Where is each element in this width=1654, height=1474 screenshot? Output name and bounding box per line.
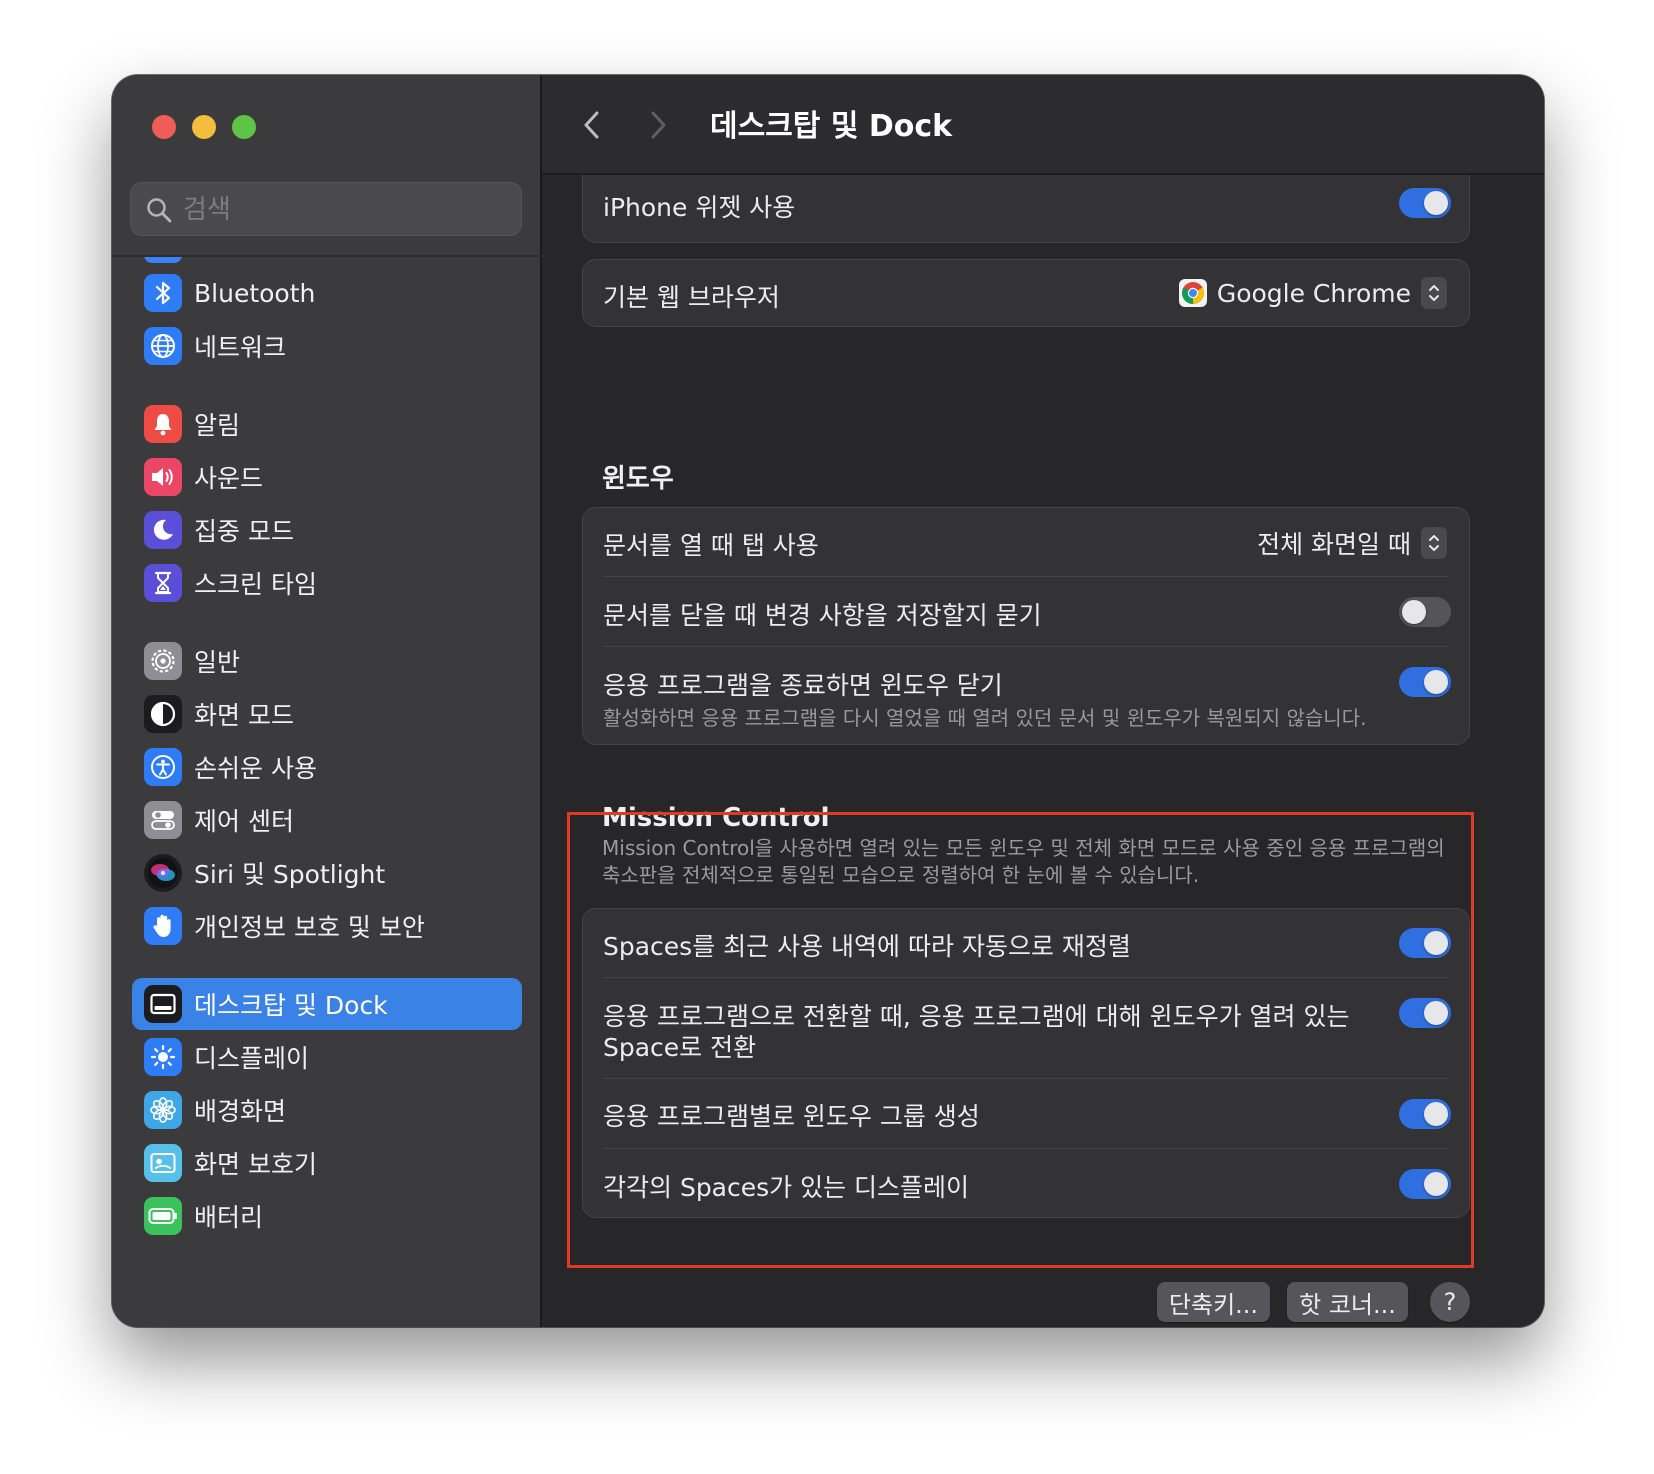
help-button[interactable]: ? <box>1430 1282 1470 1322</box>
sidebar-item-label: 일반 <box>194 648 241 677</box>
sidebar-item-label: Bluetooth <box>194 278 316 308</box>
sidebar-item-focus[interactable]: 집중 모드 <box>132 504 522 556</box>
ask-save-toggle[interactable] <box>1399 597 1451 627</box>
bluetooth-icon <box>144 274 182 312</box>
window-controls <box>152 115 256 139</box>
sidebar-item-displays[interactable]: 디스플레이 <box>132 1031 522 1083</box>
sidebar-item-general[interactable]: 일반 <box>132 635 522 687</box>
main-pane: 데스크탑 및 Dock iPhone 위젯 사용 기본 웹 브라우저 Googl… <box>542 75 1544 1327</box>
chevron-left-icon <box>584 111 599 139</box>
tabs-value: 전체 화면일 때 <box>1257 530 1411 559</box>
battery-icon <box>144 1197 182 1235</box>
sidebar-item-battery[interactable]: 배터리 <box>132 1190 522 1242</box>
sidebar-item-label: 집중 모드 <box>194 517 294 546</box>
search-icon <box>147 198 172 223</box>
hot-corners-button[interactable]: 핫 코너... <box>1287 1282 1408 1322</box>
popup-stepper-icon <box>1421 527 1447 559</box>
sidebar-item-label: 배경화면 <box>194 1097 287 1126</box>
sidebar-item-label: 손쉬운 사용 <box>194 754 317 783</box>
sidebar-item-screen-time[interactable]: 스크린 타임 <box>132 557 522 609</box>
sidebar-item-desktop-dock[interactable]: 데스크탑 및 Dock <box>132 978 522 1030</box>
sidebar: Bluetooth 네트워크 알림 사운드 <box>112 75 542 1327</box>
close-windows-label: 응용 프로그램을 종료하면 윈도우 닫기 <box>603 671 1003 700</box>
toolbar: 데스크탑 및 Dock <box>542 75 1544 175</box>
mission-control-highlight <box>567 812 1474 1268</box>
iphone-widgets-label: iPhone 위젯 사용 <box>603 193 796 222</box>
ask-save-label: 문서를 닫을 때 변경 사항을 저장할지 묻기 <box>603 601 1042 630</box>
popup-stepper-icon <box>1421 277 1447 309</box>
hourglass-icon <box>144 564 182 602</box>
sidebar-list: Bluetooth 네트워크 알림 사운드 집중 모드 스크린 타임 일반 화면… <box>112 257 542 1327</box>
sidebar-item-label: 디스플레이 <box>194 1044 310 1073</box>
gear-icon <box>144 642 182 680</box>
sidebar-item-label: 화면 보호기 <box>194 1150 317 1179</box>
sidebar-item-network[interactable]: 네트워크 <box>132 320 522 372</box>
sidebar-item-label: 화면 모드 <box>194 701 294 730</box>
iphone-widgets-toggle[interactable] <box>1399 188 1451 218</box>
sidebar-item-label: 배터리 <box>194 1203 264 1232</box>
default-browser-value: Google Chrome <box>1216 278 1411 308</box>
sidebar-item-sound[interactable]: 사운드 <box>132 451 522 503</box>
zoom-button[interactable] <box>232 115 256 139</box>
sidebar-item-appearance[interactable]: 화면 모드 <box>132 688 522 740</box>
sidebar-item-label: 네트워크 <box>194 333 287 362</box>
page-title: 데스크탑 및 Dock <box>710 109 953 144</box>
iphone-widgets-card: iPhone 위젯 사용 <box>582 175 1470 243</box>
settings-window: Bluetooth 네트워크 알림 사운드 <box>112 75 1544 1327</box>
sidebar-item-control-center[interactable]: 제어 센터 <box>132 794 522 846</box>
default-browser-card: 기본 웹 브라우저 Google Chrome <box>582 259 1470 327</box>
row-separator <box>603 646 1449 647</box>
sidebar-item-privacy-security[interactable]: 개인정보 보호 및 보안 <box>132 900 522 952</box>
settings-content: iPhone 위젯 사용 기본 웹 브라우저 Google Chrome 윈도우 <box>542 175 1544 1327</box>
default-browser-label: 기본 웹 브라우저 <box>603 283 780 312</box>
bell-icon <box>144 405 182 443</box>
partial-sidebar-icon <box>144 257 182 263</box>
sidebar-item-siri-spotlight[interactable]: Siri 및 Spotlight <box>132 847 522 899</box>
search-field[interactable] <box>130 182 522 237</box>
accessibility-icon <box>144 748 182 786</box>
speaker-icon <box>144 458 182 496</box>
chevron-right-icon <box>651 111 666 139</box>
sidebar-item-label: 제어 센터 <box>194 807 294 836</box>
moon-icon <box>144 511 182 549</box>
sidebar-item-label: Siri 및 Spotlight <box>194 860 386 889</box>
globe-icon <box>144 327 182 365</box>
sidebar-item-accessibility[interactable]: 손쉬운 사용 <box>132 741 522 793</box>
sidebar-item-notifications[interactable]: 알림 <box>132 398 522 450</box>
row-separator <box>603 576 1449 577</box>
shortcuts-button[interactable]: 단축키... <box>1157 1282 1270 1322</box>
control-center-icon <box>144 801 182 839</box>
sidebar-item-wallpaper[interactable]: 배경화면 <box>132 1084 522 1136</box>
close-windows-toggle[interactable] <box>1399 667 1451 697</box>
sidebar-item-label: 알림 <box>194 411 241 440</box>
screensaver-icon <box>144 1144 182 1182</box>
sidebar-item-label: 개인정보 보호 및 보안 <box>194 913 425 942</box>
sidebar-item-bluetooth[interactable]: Bluetooth <box>132 267 522 319</box>
sidebar-item-screen-saver[interactable]: 화면 보호기 <box>132 1137 522 1189</box>
tabs-label: 문서를 열 때 탭 사용 <box>603 531 819 560</box>
sidebar-item-label: 스크린 타임 <box>194 570 317 599</box>
dock-icon <box>144 985 182 1023</box>
sidebar-item-label: 데스크탑 및 Dock <box>194 991 388 1020</box>
sidebar-item-label: 사운드 <box>194 464 264 493</box>
hand-icon <box>144 907 182 945</box>
flower-icon <box>144 1091 182 1129</box>
windows-section-title: 윈도우 <box>602 464 674 494</box>
sun-icon <box>144 1038 182 1076</box>
default-browser-popup[interactable]: Google Chrome <box>1178 277 1447 309</box>
forward-button[interactable] <box>638 105 678 145</box>
search-input[interactable] <box>181 183 505 237</box>
close-windows-sublabel: 활성화하면 응용 프로그램을 다시 열었을 때 열려 있던 문서 및 윈도우가 … <box>603 706 1367 730</box>
minimize-button[interactable] <box>192 115 216 139</box>
appearance-icon <box>144 695 182 733</box>
tabs-popup[interactable]: 전체 화면일 때 <box>1257 525 1447 561</box>
close-button[interactable] <box>152 115 176 139</box>
siri-icon <box>144 854 182 892</box>
chrome-icon <box>1178 279 1207 307</box>
back-button[interactable] <box>572 105 612 145</box>
windows-card: 문서를 열 때 탭 사용 전체 화면일 때 문서를 닫을 때 변경 사항을 저장… <box>582 507 1470 745</box>
